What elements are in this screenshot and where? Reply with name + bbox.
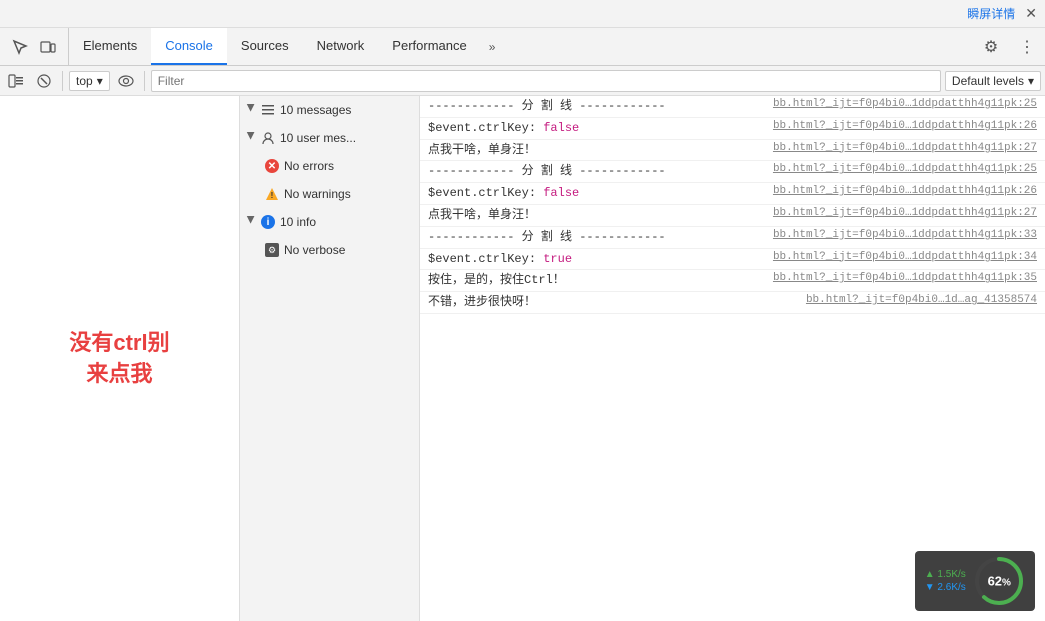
clear-console-button[interactable]: [32, 69, 56, 93]
log-entry: ------------ 分 割 线 ------------ bb.html?…: [420, 161, 1045, 183]
console-area: ------------ 分 割 线 ------------ bb.html?…: [420, 96, 1045, 621]
console-sidebar: ▶ 10 messages ▶ 10 user mes...: [240, 96, 420, 621]
log-text: 点我干啥，单身汪！: [428, 207, 765, 224]
log-entry: $event.ctrlKey: true bb.html?_ijt=f0p4bi…: [420, 249, 1045, 271]
page-area: 没有ctrl别 来点我: [0, 96, 240, 621]
log-text: ------------ 分 割 线 ------------: [428, 163, 765, 180]
arrow-icon-user: ▶: [244, 132, 256, 144]
user-icon: [260, 130, 276, 146]
page-text: 没有ctrl别 来点我: [69, 328, 169, 390]
user-messages-label: 10 user mes...: [280, 131, 411, 145]
inspect-element-icon[interactable]: [8, 35, 32, 59]
log-entry: ------------ 分 割 线 ------------ bb.html?…: [420, 227, 1045, 249]
log-link[interactable]: bb.html?_ijt=f0p4bi0…1ddpdatthh4g11pk:35: [773, 272, 1037, 284]
arrow-icon: ▶: [244, 104, 256, 116]
download-speed: ▼ 2.6K/s: [925, 582, 966, 593]
verbose-icon: ⚙: [264, 242, 280, 258]
log-link[interactable]: bb.html?_ijt=f0p4bi0…1ddpdatthh4g11pk:25: [773, 98, 1037, 110]
log-link[interactable]: bb.html?_ijt=f0p4bi0…1ddpdatthh4g11pk:27: [773, 142, 1037, 154]
console-toolbar: top ▾ Default levels ▾: [0, 66, 1045, 96]
speed-info: ▲ 1.5K/s ▼ 2.6K/s: [925, 569, 966, 593]
log-text: 不错，进步很快呀！: [428, 294, 798, 311]
error-icon: ✕: [264, 158, 280, 174]
info-icon: i: [260, 214, 276, 230]
arrow-icon-info: ▶: [244, 216, 256, 228]
more-tabs-button[interactable]: »: [481, 28, 504, 65]
tab-network[interactable]: Network: [303, 28, 379, 65]
log-text: $event.ctrlKey: false: [428, 185, 765, 202]
log-text: 按住，是的，按住Ctrl！: [428, 272, 765, 289]
device-toggle-icon[interactable]: [36, 35, 60, 59]
sidebar-toggle-button[interactable]: [4, 69, 28, 93]
list-icon: [260, 102, 276, 118]
sidebar-item-warnings[interactable]: ! No warnings: [240, 180, 419, 208]
settings-icon[interactable]: ⚙: [973, 28, 1009, 65]
log-link[interactable]: bb.html?_ijt=f0p4bi0…1ddpdatthh4g11pk:34: [773, 251, 1037, 263]
upload-speed: ▲ 1.5K/s: [925, 569, 966, 580]
context-selector[interactable]: top ▾: [69, 71, 110, 91]
toolbar-separator-2: [144, 71, 145, 91]
log-entry: 点我干啥，单身汪！ bb.html?_ijt=f0p4bi0…1ddpdatth…: [420, 205, 1045, 227]
log-entry: 按住，是的，按住Ctrl！ bb.html?_ijt=f0p4bi0…1ddpd…: [420, 270, 1045, 292]
devtools-tabs: Elements Console Sources Network Perform…: [0, 28, 1045, 66]
log-entry: 点我干啥，单身汪！ bb.html?_ijt=f0p4bi0…1ddpdatth…: [420, 140, 1045, 162]
main-content: 没有ctrl别 来点我 ▶ 10 messages ▶: [0, 96, 1045, 621]
verbose-label: No verbose: [284, 243, 411, 257]
log-text: $event.ctrlKey: false: [428, 120, 765, 137]
log-text: ------------ 分 割 线 ------------: [428, 229, 765, 246]
log-levels-dropdown[interactable]: Default levels ▾: [945, 71, 1041, 91]
log-link[interactable]: bb.html?_ijt=f0p4bi0…1ddpdatthh4g11pk:27: [773, 207, 1037, 219]
log-link[interactable]: bb.html?_ijt=f0p4bi0…1ddpdatthh4g11pk:25: [773, 163, 1037, 175]
filter-input[interactable]: [151, 70, 941, 92]
tab-performance[interactable]: Performance: [378, 28, 480, 65]
log-entry: $event.ctrlKey: false bb.html?_ijt=f0p4b…: [420, 118, 1045, 140]
log-entry: 不错，进步很快呀！ bb.html?_ijt=f0p4bi0…1d…ag_413…: [420, 292, 1045, 314]
sidebar-item-user-messages[interactable]: ▶ 10 user mes...: [240, 124, 419, 152]
errors-label: No errors: [284, 159, 411, 173]
log-text: ------------ 分 割 线 ------------: [428, 98, 765, 115]
sidebar-item-verbose[interactable]: ⚙ No verbose: [240, 236, 419, 264]
messages-label: 10 messages: [280, 103, 411, 117]
log-text: $event.ctrlKey: true: [428, 251, 765, 268]
log-link[interactable]: bb.html?_ijt=f0p4bi0…1ddpdatthh4g11pk:26: [773, 120, 1037, 132]
log-link[interactable]: bb.html?_ijt=f0p4bi0…1d…ag_41358574: [806, 294, 1037, 306]
svg-text:!: !: [271, 191, 274, 200]
console-log[interactable]: ------------ 分 割 线 ------------ bb.html?…: [420, 96, 1045, 621]
top-bar: 瞬屏详情 ✕: [0, 0, 1045, 28]
toolbar-separator: [62, 71, 63, 91]
close-button[interactable]: ✕: [1025, 5, 1037, 22]
log-link[interactable]: bb.html?_ijt=f0p4bi0…1ddpdatthh4g11pk:33: [773, 229, 1037, 241]
warning-icon: !: [264, 186, 280, 202]
devtools-icon-group: [0, 28, 69, 65]
tab-console[interactable]: Console: [151, 28, 227, 65]
warnings-label: No warnings: [284, 187, 411, 201]
tab-sources[interactable]: Sources: [227, 28, 303, 65]
network-widget: ▲ 1.5K/s ▼ 2.6K/s 62%: [915, 551, 1035, 611]
log-link[interactable]: bb.html?_ijt=f0p4bi0…1ddpdatthh4g11pk:26: [773, 185, 1037, 197]
sidebar-item-info[interactable]: ▶ i 10 info: [240, 208, 419, 236]
top-bar-link[interactable]: 瞬屏详情: [967, 5, 1015, 22]
log-entry: ------------ 分 割 线 ------------ bb.html?…: [420, 96, 1045, 118]
progress-label: 62%: [988, 574, 1011, 589]
progress-circle: 62%: [973, 555, 1025, 607]
info-label: 10 info: [280, 215, 411, 229]
tab-elements[interactable]: Elements: [69, 28, 151, 65]
sidebar-item-messages[interactable]: ▶ 10 messages: [240, 96, 419, 124]
more-options-icon[interactable]: ⋮: [1009, 28, 1045, 65]
log-entry: $event.ctrlKey: false bb.html?_ijt=f0p4b…: [420, 183, 1045, 205]
log-text: 点我干啥，单身汪！: [428, 142, 765, 159]
eye-filter-button[interactable]: [114, 69, 138, 93]
sidebar-item-errors[interactable]: ✕ No errors: [240, 152, 419, 180]
